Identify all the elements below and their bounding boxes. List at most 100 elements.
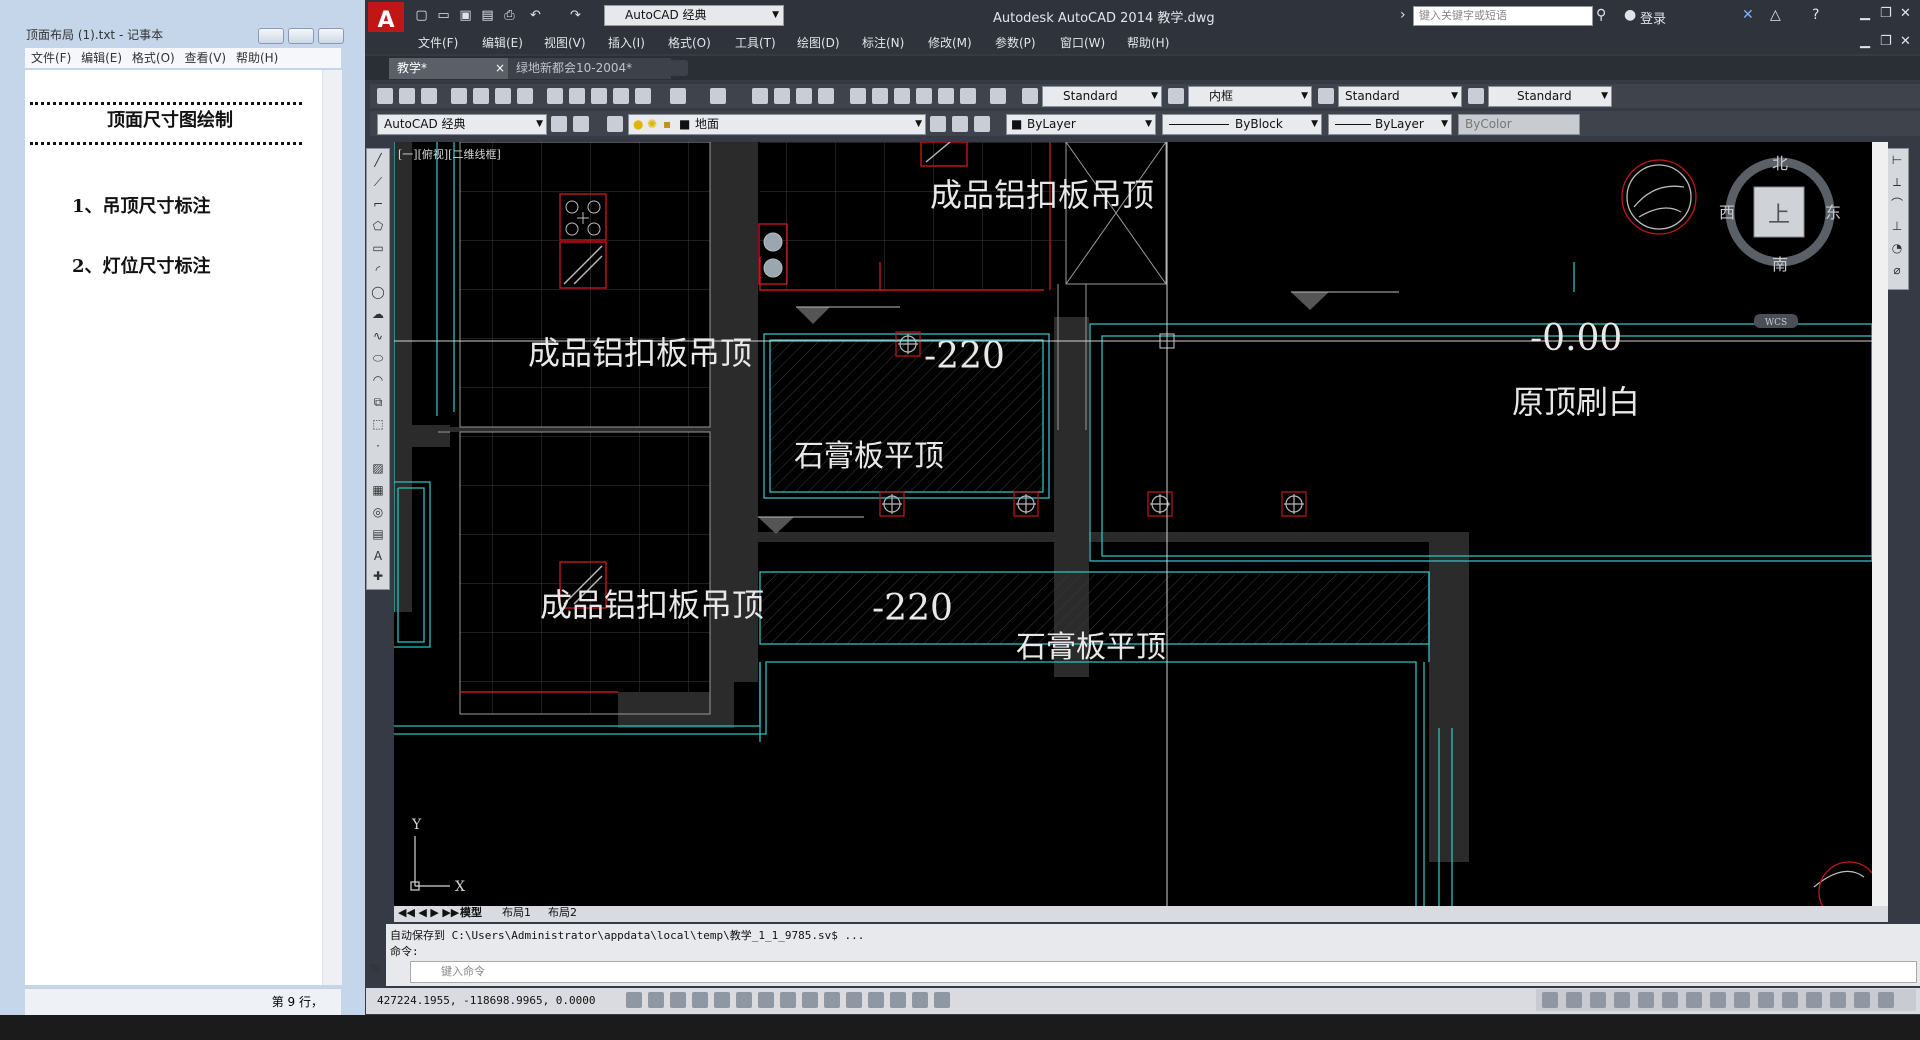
lineweight-select[interactable]: ByLayer ▼ — [1328, 114, 1452, 135]
annotation-visibility-icon[interactable] — [1614, 992, 1630, 1008]
undo-icon[interactable] — [670, 88, 686, 104]
arc-icon[interactable]: ◜ — [371, 263, 385, 277]
table-style-icon[interactable] — [1318, 88, 1334, 104]
settings-icon[interactable] — [551, 116, 567, 132]
notepad-text-area[interactable]: 顶面尺寸图绘制 1、吊顶尺寸标注 2、灯位尺寸标注 — [25, 70, 341, 985]
linetype-select[interactable]: ByBlock ▼ — [1162, 114, 1322, 135]
make-current-icon[interactable] — [930, 116, 946, 132]
menu-dimension[interactable]: 标注(N) — [862, 34, 904, 51]
table-style-select[interactable]: Standard ▼ — [1338, 86, 1462, 107]
undo-icon[interactable]: ↶ — [528, 8, 543, 23]
layer-state-icon[interactable] — [607, 116, 623, 132]
orbit-icon[interactable] — [1686, 992, 1702, 1008]
markup-icon[interactable] — [938, 88, 954, 104]
infer-icon[interactable] — [626, 992, 642, 1008]
hardware-icon[interactable] — [1782, 992, 1798, 1008]
menu-help[interactable]: 帮助(H) — [1127, 34, 1169, 51]
polyline-icon[interactable]: ⌐ — [371, 197, 385, 211]
print-icon[interactable]: ⎙ — [502, 8, 517, 23]
make-block-icon[interactable]: ⬚ — [371, 417, 385, 431]
circle-icon[interactable]: ◯ — [371, 285, 385, 299]
layer-select[interactable]: ● ✺ ▪ ■ 地面 ▼ — [628, 114, 926, 135]
new-icon[interactable] — [377, 88, 393, 104]
saveas-icon[interactable]: ▤ — [480, 8, 495, 23]
block-icon[interactable] — [635, 88, 651, 104]
isolate-icon[interactable] — [1806, 992, 1822, 1008]
menu-format[interactable]: 格式(O) — [132, 51, 175, 65]
binoculars-icon[interactable]: ⚲ — [1596, 7, 1606, 23]
drawing-canvas[interactable]: 上 北 南 西 东 WCS [一][俯视][二维线框] 成品铝扣板吊顶 成品铝扣… — [394, 142, 1872, 906]
3d-icon[interactable] — [517, 88, 533, 104]
mleader-style-icon[interactable] — [1468, 88, 1484, 104]
menu-draw[interactable]: 绘图(D) — [797, 34, 840, 51]
menu-insert[interactable]: 插入(I) — [608, 34, 645, 51]
dyn-icon[interactable] — [824, 992, 840, 1008]
tpy-icon[interactable] — [868, 992, 884, 1008]
autodesk-icon[interactable]: △ — [1770, 7, 1781, 23]
revcloud-icon[interactable]: ☁ — [371, 307, 385, 321]
ducs-icon[interactable] — [802, 992, 818, 1008]
rectangle-icon[interactable]: ▭ — [371, 241, 385, 255]
tab-layout2[interactable]: 布局2 — [548, 905, 577, 921]
region-icon[interactable]: ◎ — [371, 505, 385, 519]
layer-iso-icon[interactable] — [974, 116, 990, 132]
tab-lvdi[interactable]: 绿地新都会10-2004* — [508, 58, 671, 79]
zoom-icon[interactable] — [1662, 992, 1678, 1008]
showmotion-icon[interactable] — [1710, 992, 1726, 1008]
tab-layout1[interactable]: 布局1 — [502, 905, 531, 921]
workspace-combo[interactable]: AutoCAD 经典 ▼ — [377, 114, 547, 135]
construction-line-icon[interactable]: ⟋ — [371, 175, 385, 189]
chevron-right-icon[interactable]: › — [1400, 7, 1406, 23]
doc-restore-button[interactable]: ❐ — [1880, 34, 1892, 49]
viewport-controls[interactable]: [一][俯视][二维线框] — [398, 147, 501, 161]
menu-format[interactable]: 格式(O) — [668, 34, 711, 51]
menu-help[interactable]: 帮助(H) — [236, 51, 278, 65]
zoom-previous-icon[interactable] — [818, 88, 834, 104]
am-icon[interactable] — [934, 992, 950, 1008]
zoom-window-icon[interactable] — [796, 88, 812, 104]
lock-icon[interactable] — [1758, 992, 1774, 1008]
mleader-style-select[interactable]: Standard ▼ — [1488, 86, 1612, 107]
dim-style-icon[interactable] — [1168, 88, 1184, 104]
annotation-scale-icon[interactable] — [1590, 992, 1606, 1008]
command-input[interactable]: 键入命令 — [410, 961, 1917, 983]
help-icon[interactable]: ? — [1812, 7, 1819, 23]
minimize-button[interactable] — [258, 28, 284, 44]
menu-icon[interactable] — [1878, 992, 1894, 1008]
add-selected-icon[interactable]: ✚ — [371, 569, 385, 583]
sheet-set-icon[interactable] — [916, 88, 932, 104]
tab-model[interactable]: 模型 — [460, 905, 482, 921]
doc-close-button[interactable]: ✕ — [1900, 34, 1911, 49]
menu-file[interactable]: 文件(F) — [31, 51, 71, 65]
menu-edit[interactable]: 编辑(E) — [482, 34, 523, 51]
paste-icon[interactable] — [591, 88, 607, 104]
restore-button[interactable]: ❐ — [1880, 6, 1892, 21]
close-icon[interactable]: × — [495, 58, 505, 79]
menu-window[interactable]: 窗口(W) — [1060, 34, 1105, 51]
layout-nav-arrows[interactable]: ◀◀ ◀ ▶ ▶▶ — [398, 905, 459, 921]
exchange-icon[interactable]: ✕ — [1742, 7, 1754, 23]
aligned-dim-icon[interactable]: ⟂ — [1890, 175, 1904, 189]
ellipse-icon[interactable]: ⬭ — [371, 351, 385, 365]
doc-minimize-button[interactable]: ▁ — [1860, 34, 1870, 49]
radius-icon[interactable]: ◔ — [1890, 241, 1904, 255]
linear-dim-icon[interactable]: ⊢ — [1890, 153, 1904, 167]
ordinate-icon[interactable]: ⊥ — [1890, 219, 1904, 233]
mtext-icon[interactable]: A — [371, 549, 385, 563]
insert-block-icon[interactable]: ⧉ — [371, 395, 385, 409]
notepad-scrollbar[interactable] — [322, 70, 342, 985]
model-icon[interactable] — [1542, 992, 1558, 1008]
vertical-scrollbar[interactable] — [1872, 142, 1888, 906]
gradient-icon[interactable]: ▦ — [371, 483, 385, 497]
redo-icon[interactable] — [710, 88, 726, 104]
print-icon[interactable] — [451, 88, 467, 104]
spline-icon[interactable]: ∿ — [371, 329, 385, 343]
pan-icon[interactable] — [752, 88, 768, 104]
quick-view-icon[interactable] — [1566, 992, 1582, 1008]
open-icon[interactable] — [399, 88, 415, 104]
user-icon[interactable]: ● — [1624, 7, 1636, 23]
tab-teaching[interactable]: 教学* × — [389, 58, 511, 79]
redo-icon[interactable]: ↷ — [568, 8, 583, 23]
cut-icon[interactable] — [547, 88, 563, 104]
menu-modify[interactable]: 修改(M) — [928, 34, 972, 51]
